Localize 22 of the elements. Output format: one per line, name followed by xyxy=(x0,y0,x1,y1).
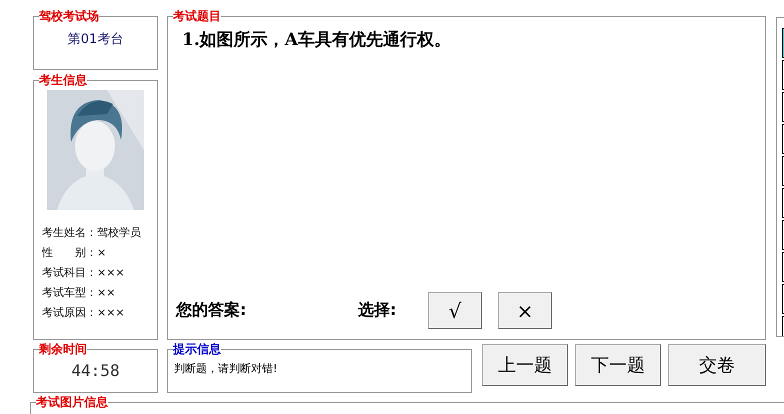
choice-button[interactable]: × xyxy=(498,292,552,329)
nav-button[interactable]: 上一题 xyxy=(482,344,568,386)
nav-button[interactable]: 下一题 xyxy=(575,344,661,386)
candidate-field: 性 别：× xyxy=(42,244,157,261)
remaining-time: 44:58 xyxy=(70,361,121,380)
question-text: 1.如图所示，A车具有优先通行权。 xyxy=(182,29,452,51)
choice-label: 选择: xyxy=(358,300,398,321)
choice-button[interactable]: √ xyxy=(428,292,482,329)
candidate-field: 考试原因：××× xyxy=(42,304,157,321)
candidate-field: 考试科目：××× xyxy=(42,264,157,281)
nav-button[interactable]: 交卷 xyxy=(668,344,766,386)
answer-label: 您的答案: xyxy=(176,300,248,321)
group-title: 提示信息 xyxy=(173,343,221,355)
candidate-field: 考生姓名：驾校学员 xyxy=(42,224,157,241)
group-title: 考试图片信息 xyxy=(36,396,108,408)
hint-text: 判断题，请判断对错! xyxy=(174,361,278,376)
group-title: 考生信息 xyxy=(39,74,87,86)
group-title: 考试题目 xyxy=(173,10,221,22)
station-label: 第01考台 xyxy=(66,31,124,48)
group-title: 驾校考试场 xyxy=(39,10,99,22)
candidate-field: 考试车型：×× xyxy=(42,284,157,301)
group-title: 剩余时间 xyxy=(39,343,87,355)
